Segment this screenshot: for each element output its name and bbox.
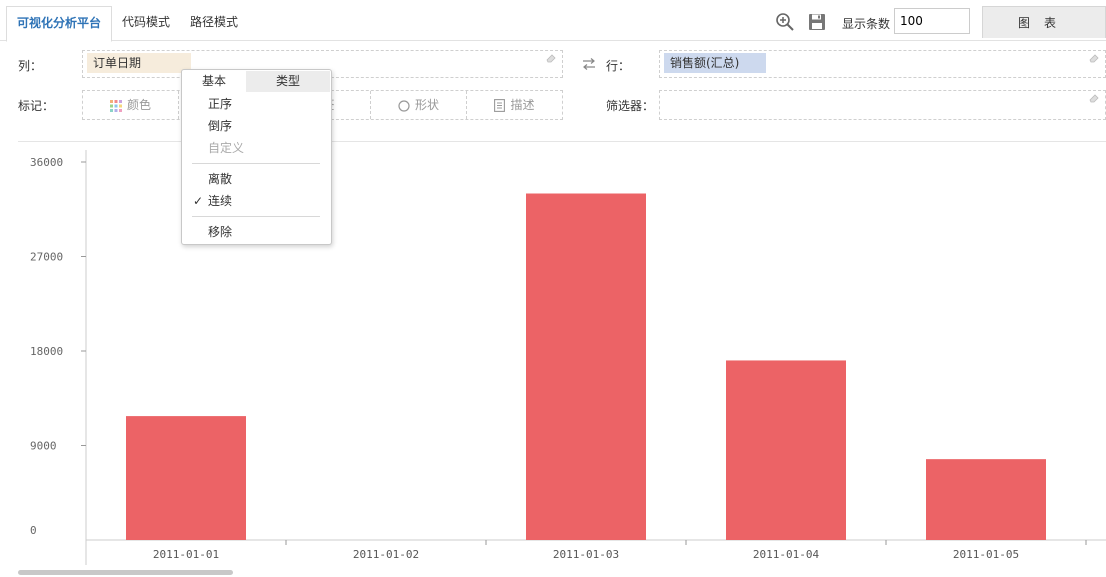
menu-item-continuous[interactable]: 连续: [208, 191, 318, 211]
y-tick-label: 9000: [30, 440, 57, 453]
tab-visual-analysis[interactable]: 可视化分析平台: [6, 6, 112, 42]
row-shelf[interactable]: 销售额(汇总): [659, 50, 1106, 78]
save-icon[interactable]: [807, 12, 827, 32]
menu-divider: [192, 163, 320, 164]
menu-tab-basic[interactable]: 基本: [182, 71, 246, 92]
x-tick-label: 2011-01-02: [353, 548, 419, 561]
color-grid-icon: [109, 99, 122, 112]
horizontal-scrollbar[interactable]: [18, 570, 233, 575]
marks-shape-button[interactable]: 形状: [371, 91, 467, 119]
bar: [526, 193, 646, 540]
top-toolbar: 可视化分析平台 代码模式 路径模式 显示条数 图表: [0, 0, 1106, 42]
menu-item-remove[interactable]: 移除: [208, 222, 318, 242]
zoom-in-icon[interactable]: [775, 12, 795, 32]
marks-color-button[interactable]: 颜色: [83, 91, 179, 119]
x-tick-label: 2011-01-03: [553, 548, 619, 561]
menu-tab-type[interactable]: 类型: [246, 71, 330, 92]
chart-tab[interactable]: 图表: [982, 6, 1106, 38]
marks-shelf-label: 标记：: [18, 99, 55, 113]
menu-divider: [192, 216, 320, 217]
tab-code-mode[interactable]: 代码模式: [122, 6, 170, 40]
y-tick-label: 27000: [30, 251, 63, 264]
x-tick-label: 2011-01-04: [753, 548, 820, 561]
y-tick-label: 36000: [30, 156, 63, 169]
y-tick-label: 18000: [30, 345, 63, 358]
check-icon: ✓: [193, 194, 204, 208]
tab-path-mode[interactable]: 路径模式: [190, 6, 238, 40]
y-tick-label: 0: [30, 524, 37, 537]
column-pill-order-date[interactable]: 订单日期: [87, 53, 191, 73]
swap-icon[interactable]: [582, 58, 596, 70]
document-icon: [494, 99, 506, 112]
display-count-input[interactable]: [894, 8, 970, 34]
marks-shape-label: 形状: [414, 98, 439, 112]
menu-item-descending[interactable]: 倒序: [208, 116, 318, 136]
eraser-icon[interactable]: [1089, 93, 1099, 103]
x-tick-label: 2011-01-01: [153, 548, 219, 561]
bar: [126, 416, 246, 540]
marks-detail-label: 描述: [510, 98, 535, 112]
menu-item-custom[interactable]: 自定义: [208, 138, 318, 158]
x-tick-label: 2011-01-05: [953, 548, 1019, 561]
menu-tabs: 基本 类型: [182, 70, 331, 92]
display-count-label: 显示条数: [842, 17, 891, 31]
row-pill-sales-sum[interactable]: 销售额(汇总): [664, 53, 766, 73]
column-pill-context-menu: 基本 类型 正序 倒序 自定义 离散 ✓ 连续 移除: [181, 69, 332, 245]
filter-shelf-label: 筛选器：: [606, 99, 655, 113]
bar: [926, 459, 1046, 540]
shape-circle-icon: [398, 99, 410, 112]
filter-shelf[interactable]: [659, 90, 1106, 120]
bar: [726, 360, 846, 540]
marks-color-label: 颜色: [126, 98, 151, 112]
column-shelf-label: 列：: [18, 59, 43, 73]
marks-detail-button[interactable]: 描述: [467, 91, 562, 119]
menu-item-discrete[interactable]: 离散: [208, 169, 318, 189]
row-shelf-label: 行：: [606, 59, 631, 73]
menu-item-ascending[interactable]: 正序: [208, 94, 318, 114]
eraser-icon[interactable]: [1089, 53, 1099, 63]
eraser-icon[interactable]: [546, 53, 556, 63]
